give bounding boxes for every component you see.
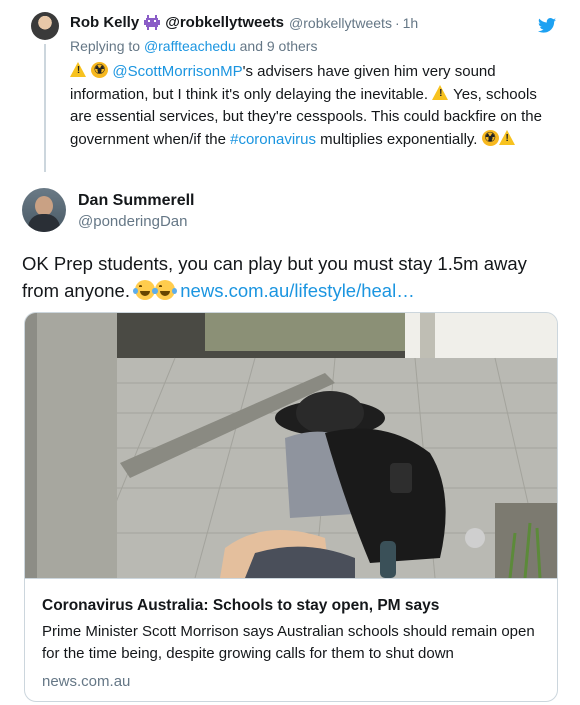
card-image[interactable] <box>25 313 557 578</box>
card-title[interactable]: Coronavirus Australia: Schools to stay o… <box>42 597 439 615</box>
dan-avatar[interactable] <box>22 188 66 232</box>
main-tweet-text: OK Prep students, you can play but you m… <box>22 250 562 304</box>
warning-icon <box>70 62 87 78</box>
parent-tweet-time[interactable]: 1h <box>403 15 419 31</box>
card-photo <box>25 313 557 578</box>
replying-prefix: Replying to <box>70 38 141 54</box>
replying-to-line: Replying to @raffteachedu and 9 others <box>70 38 317 54</box>
parent-text-part3: multiplies exponentially. <box>320 130 478 148</box>
main-author-handle[interactable]: @ponderingDan <box>78 213 187 230</box>
main-tweet-link[interactable]: news.com.au/lifestyle/heal… <box>180 280 414 301</box>
radioactive-icon <box>91 61 109 78</box>
thread-connector-line <box>44 44 46 172</box>
parent-tweet-header: Rob Kelly @robkellytweets @robkellytweet… <box>70 14 418 31</box>
rob-avatar[interactable] <box>31 12 59 40</box>
laughing-crying-icon <box>133 280 158 300</box>
link-card[interactable]: Coronavirus Australia: Schools to stay o… <box>24 312 558 702</box>
mention-link[interactable]: @ScottMorrisonMP <box>112 63 242 80</box>
parent-author-name[interactable]: Rob Kelly <box>70 14 139 31</box>
parent-author-display-handle[interactable]: @robkellytweets <box>165 14 284 31</box>
warning-icon <box>498 129 516 146</box>
replying-user-link[interactable]: @raffteachedu <box>144 38 236 54</box>
twitter-bird-icon[interactable] <box>538 18 556 33</box>
radioactive-icon <box>481 129 499 146</box>
card-domain: news.com.au <box>42 673 131 690</box>
parent-author-handle[interactable]: @robkellytweets <box>289 15 392 31</box>
alien-monster-icon <box>143 14 161 31</box>
hashtag-link[interactable]: #coronavirus <box>230 131 316 148</box>
card-description: Prime Minister Scott Morrison says Austr… <box>42 623 535 662</box>
parent-tweet-text: @ScottMorrisonMP's advisers have given h… <box>70 61 550 151</box>
warning-icon <box>432 84 449 101</box>
replying-others[interactable]: and 9 others <box>240 38 318 54</box>
separator-dot: · <box>394 14 400 31</box>
card-text-area[interactable]: Coronavirus Australia: Schools to stay o… <box>25 578 557 701</box>
main-author-name[interactable]: Dan Summerell <box>78 192 194 210</box>
laughing-crying-icon <box>153 280 178 300</box>
